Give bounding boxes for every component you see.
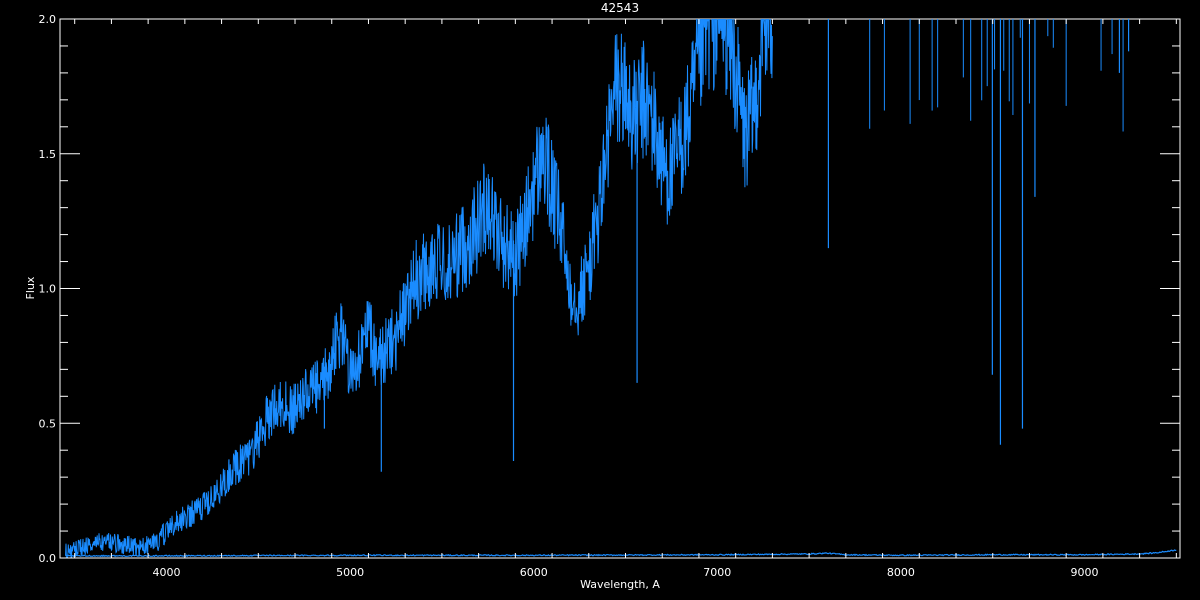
x-tick-label: 7000 (703, 566, 731, 579)
y-tick-label: 0.5 (39, 417, 57, 430)
x-tick-label: 6000 (520, 566, 548, 579)
x-tick-label: 4000 (152, 566, 180, 579)
y-tick-label: 1.5 (39, 148, 57, 161)
chart-background (0, 0, 1200, 600)
y-tick-label: 2.0 (39, 13, 57, 26)
spectrum-chart: 42543 4000 5000 6000 7000 8000 9000 0.0 0.5 1.0 1… (0, 0, 1200, 600)
y-tick-label: 0.0 (39, 552, 57, 565)
chart-title: 42543 (601, 1, 639, 15)
x-axis-label: Wavelength, A (580, 578, 660, 591)
x-tick-label: 5000 (336, 566, 364, 579)
x-tick-label: 8000 (887, 566, 915, 579)
x-tick-label: 9000 (1071, 566, 1099, 579)
y-axis-label: Flux (24, 276, 37, 299)
y-tick-label: 1.0 (39, 283, 57, 296)
